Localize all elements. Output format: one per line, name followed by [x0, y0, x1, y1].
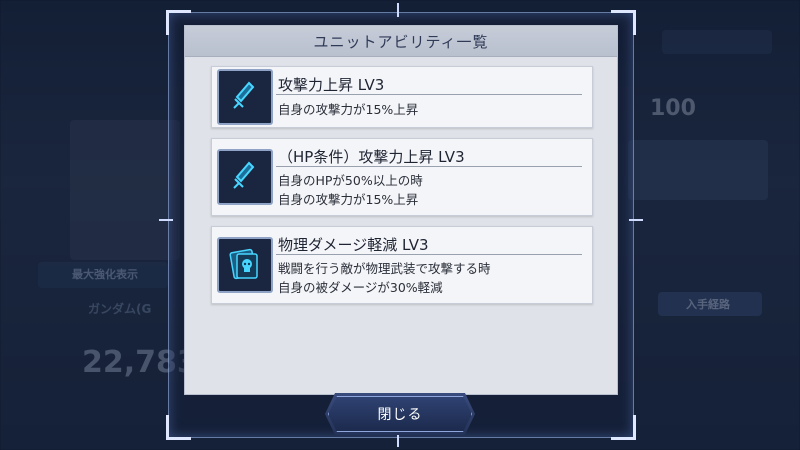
frame-tick — [629, 219, 643, 221]
frame-tick — [397, 433, 399, 447]
dialog-title: ユニットアビリティ一覧 — [313, 32, 489, 51]
ability-description: 自身の被ダメージが30%軽減 — [278, 280, 443, 295]
frame-corner — [611, 415, 636, 440]
ability-divider — [276, 254, 582, 255]
shield-skull-icon — [217, 237, 273, 293]
ability-divider — [276, 166, 582, 167]
ability-card[interactable]: 物理ダメージ軽減 LV3 戦闘を行う敵が物理武装で攻撃する時 自身の被ダメージが… — [211, 226, 593, 304]
ability-name: 物理ダメージ軽減 LV3 — [278, 236, 429, 254]
dialog-title-bar: ユニットアビリティ一覧 — [185, 26, 617, 57]
ability-description: 自身のHPが50%以上の時 — [278, 173, 423, 188]
ability-card[interactable]: （HP条件）攻撃力上昇 LV3 自身のHPが50%以上の時 自身の攻撃力が15%… — [211, 138, 593, 216]
ability-description: 自身の攻撃力が15%上昇 — [278, 102, 419, 117]
ability-card[interactable]: 攻撃力上昇 LV3 自身の攻撃力が15%上昇 — [211, 66, 593, 128]
ability-description: 戦闘を行う敵が物理武装で攻撃する時 — [278, 261, 491, 276]
frame-tick — [397, 3, 399, 17]
ability-list-dialog: ユニットアビリティ一覧 攻撃力上昇 LV3 自身の攻撃力が15%上昇 （HP条件… — [184, 25, 618, 395]
sword-icon — [217, 149, 273, 205]
close-button[interactable]: 閉じる — [325, 393, 475, 435]
ability-name: （HP条件）攻撃力上昇 LV3 — [278, 148, 465, 166]
frame-tick — [159, 219, 173, 221]
close-button-label: 閉じる — [377, 407, 423, 423]
ability-name: 攻撃力上昇 LV3 — [278, 76, 385, 94]
ability-divider — [276, 94, 582, 95]
ability-description: 自身の攻撃力が15%上昇 — [278, 192, 419, 207]
sword-icon — [217, 69, 273, 125]
frame-corner — [166, 415, 191, 440]
